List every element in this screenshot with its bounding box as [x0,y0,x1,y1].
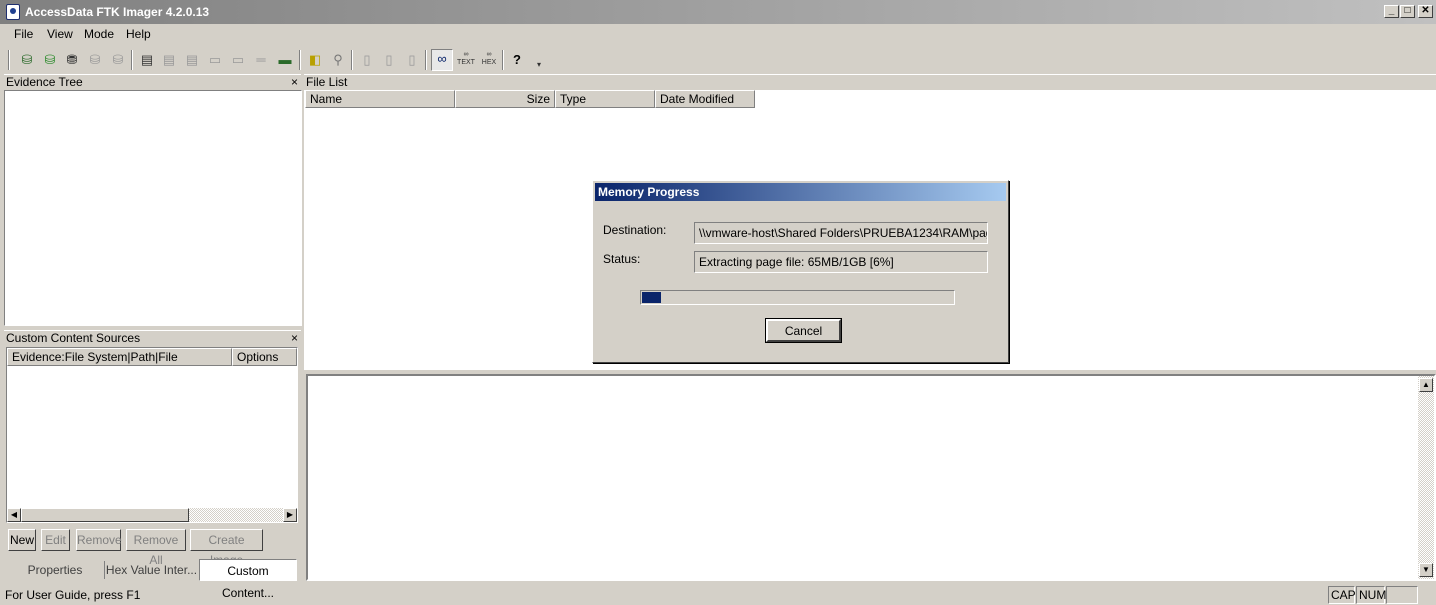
evidence-tree-header: Evidence Tree × [4,74,301,90]
scroll-right-icon[interactable]: ▶ [283,508,297,522]
column-date-modified[interactable]: Date Modified [655,90,755,108]
title-bar: AccessData FTK Imager 4.2.0.13 _ □ ✕ [0,0,1436,24]
add-all-icon[interactable]: ⛁ [41,51,59,69]
remove-all-icon[interactable]: ⛁ [109,51,127,69]
memory-progress-dialog: Memory Progress Destination: \\vmware-ho… [592,180,1009,363]
toolbar-separator [502,50,504,70]
hex-view-label: HEX [481,59,497,66]
minimize-button[interactable]: _ [1384,5,1399,18]
help-icon[interactable]: ? [508,51,526,69]
export-directory-icon[interactable]: ═ [252,51,270,69]
progress-fill [642,292,661,303]
toolbar-separator [425,50,427,70]
toolbar-separator [299,50,301,70]
custom-content-header: Custom Content Sources × [4,330,301,346]
new-button[interactable]: New [8,529,36,551]
status-label: Status: [603,252,641,266]
menu-file[interactable]: File [13,27,34,41]
custom-content-title: Custom Content Sources [6,331,141,345]
create-image-button[interactable]: Create Image [190,529,263,567]
cancel-button[interactable]: Cancel [765,318,842,343]
menu-bar: File View Mode Help [0,24,1436,46]
status-text: For User Guide, press F1 [5,588,141,602]
toolbar-separator [131,50,133,70]
destination-label: Destination: [603,223,667,237]
toolbar-separator [351,50,353,70]
file-icon[interactable]: ▯ [358,51,376,69]
menu-mode[interactable]: Mode [83,27,115,41]
auto-view-icon[interactable]: ∞ [431,49,453,71]
export-files-icon[interactable]: ▭ [206,51,224,69]
num-lock-indicator: NUM [1356,586,1386,604]
scrollbar-thumb[interactable] [21,508,189,522]
file-text-icon[interactable]: ▯ [380,51,398,69]
create-disk-image-icon[interactable]: ▤ [138,51,156,69]
horizontal-scrollbar[interactable]: ◀ ▶ [7,508,297,522]
text-view-icon[interactable]: ∞ TEXT [456,51,476,69]
menu-view[interactable]: View [46,27,74,41]
vertical-scrollbar[interactable]: ▲ ▼ [1418,376,1434,579]
menu-help[interactable]: Help [125,27,152,41]
window-title: AccessData FTK Imager 4.2.0.13 [25,5,210,19]
scroll-down-icon[interactable]: ▼ [1419,563,1433,577]
export-disk-image-icon[interactable]: ▤ [160,51,178,69]
scroll-up-icon[interactable]: ▲ [1419,378,1433,392]
maximize-button[interactable]: □ [1400,5,1415,18]
custom-content-list[interactable]: Evidence:File System|Path|File Options ◀… [6,347,298,523]
tab-hex-value-interpreter[interactable]: Hex Value Inter... [105,559,198,581]
hex-view-icon[interactable]: ∞ HEX [479,51,499,69]
image-mounting-icon[interactable]: ⛃ [63,51,81,69]
remove-all-button[interactable]: Remove All [126,529,186,567]
file-hex-icon[interactable]: ▯ [403,51,421,69]
scroll-lock-indicator [1386,586,1418,604]
obtain-protected-files-icon[interactable]: ◧ [306,51,324,69]
column-evidence-path[interactable]: Evidence:File System|Path|File [7,348,232,366]
add-evidence-icon[interactable]: ⛁ [18,51,36,69]
tab-properties[interactable]: Properties [6,559,104,581]
dialog-title: Memory Progress [595,183,1006,201]
app-icon [6,4,20,20]
viewer-pane[interactable]: ▲ ▼ [306,374,1436,581]
scroll-left-icon[interactable]: ◀ [7,508,21,522]
text-view-label: TEXT [457,59,475,66]
progress-bar [640,290,955,305]
column-type[interactable]: Type [555,90,655,108]
column-name[interactable]: Name [305,90,455,108]
export-hashes-icon[interactable]: ▭ [229,51,247,69]
file-list-title: File List [306,75,348,89]
detect-encryption-icon[interactable]: ⚲ [329,51,347,69]
status-bar: For User Guide, press F1 CAP NUM [0,585,1436,605]
evidence-tree[interactable] [4,90,302,326]
caps-lock-indicator: CAP [1328,586,1356,604]
destination-field: \\vmware-host\Shared Folders\PRUEBA1234\… [694,222,988,244]
file-list-header: File List [304,74,1436,90]
remove-evidence-icon[interactable]: ⛁ [86,51,104,69]
evidence-tree-title: Evidence Tree [6,75,83,89]
status-field: Extracting page file: 65MB/1GB [6%] [694,251,988,273]
toolbar-overflow-icon[interactable]: ▾ [530,56,548,74]
remove-button[interactable]: Remove [76,529,122,551]
evidence-tree-close-icon[interactable]: × [291,75,298,90]
export-logical-image-icon[interactable]: ▤ [183,51,201,69]
capture-memory-icon[interactable]: ▬ [276,51,294,69]
tab-custom-content[interactable]: Custom Content... [199,559,297,600]
edit-button[interactable]: Edit [41,529,70,551]
column-size[interactable]: Size [455,90,555,108]
column-options[interactable]: Options [232,348,297,366]
toolbar: ⛁ ⛁ ⛃ ⛁ ⛁ ▤ ▤ ▤ ▭ ▭ ═ ▬ ◧ ⚲ ▯ ▯ ▯ ∞ ∞ TEX… [0,46,560,74]
toolbar-grip [8,50,10,70]
custom-content-close-icon[interactable]: × [291,331,298,346]
close-button[interactable]: ✕ [1418,5,1433,18]
